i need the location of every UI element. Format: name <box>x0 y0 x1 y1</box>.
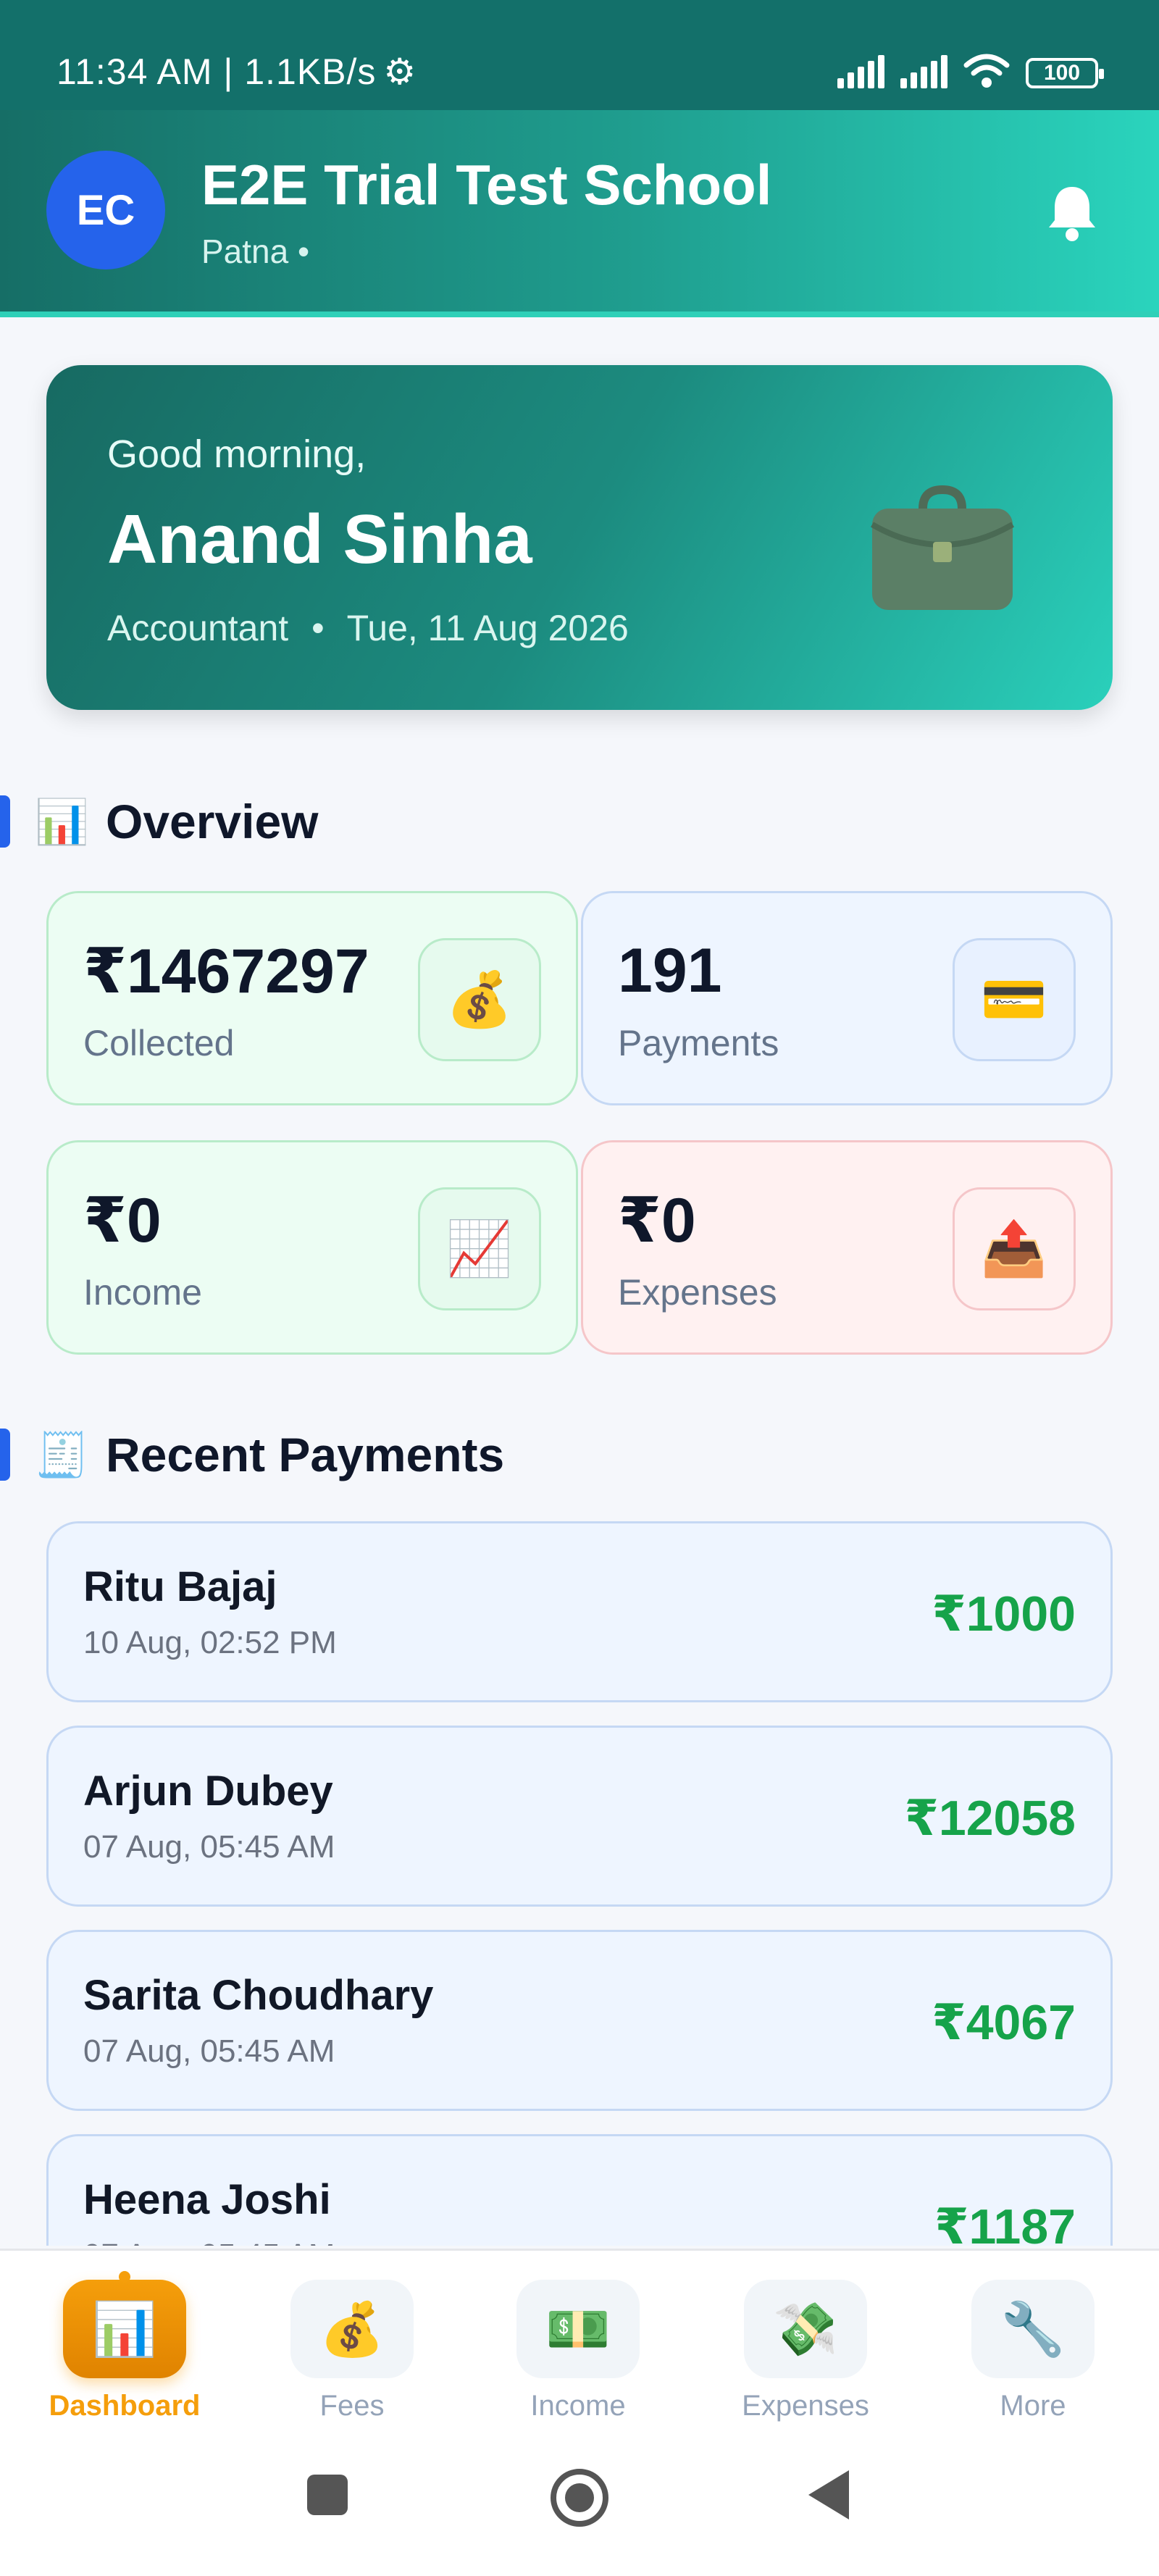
payment-time: 10 Aug, 02:52 PM <box>83 1625 337 1660</box>
banknote-icon: 💵 <box>516 2280 640 2378</box>
stat-card-income[interactable]: ₹0 Income 📈 <box>46 1140 578 1355</box>
payment-amount: ₹1187 <box>934 2199 1076 2246</box>
payment-time: 07 Aug, 05:45 AM <box>83 1829 335 1865</box>
app-header: EC E2E Trial Test School Patna • <box>0 110 1159 317</box>
bar-chart-icon: 📊 <box>35 797 89 846</box>
stat-card-expenses[interactable]: ₹0 Expenses 📤 <box>581 1140 1113 1355</box>
cell-signal-icon <box>837 55 884 88</box>
money-bag-icon: 💰 <box>418 938 541 1061</box>
nav-more[interactable]: 🔧 More <box>946 2280 1120 2422</box>
dashboard-icon: 📊 <box>63 2280 186 2378</box>
home-icon[interactable] <box>548 2466 611 2533</box>
receipt-icon: 🧾 <box>35 1430 89 1479</box>
meta-separator: • <box>311 608 325 648</box>
payer-name: Arjun Dubey <box>83 1768 333 1815</box>
outbox-tray-icon: 📤 <box>953 1187 1076 1310</box>
greeting-card: Good morning, Anand Sinha Accountant • T… <box>46 365 1113 710</box>
gear-icon: ⚙ <box>383 51 417 92</box>
battery-icon: 100 <box>1026 58 1104 88</box>
stat-card-collected[interactable]: ₹1467297 Collected 💰 <box>46 891 578 1105</box>
money-bag-icon: 💰 <box>290 2280 414 2378</box>
active-indicator <box>119 2271 130 2283</box>
payment-time: 07 Aug, 05:45 AM <box>83 2033 335 2069</box>
recent-apps-icon[interactable] <box>304 2472 351 2522</box>
nav-dashboard[interactable]: 📊 Dashboard <box>38 2271 212 2422</box>
back-icon[interactable] <box>806 2467 852 2526</box>
payer-name: Heena Joshi <box>83 2176 331 2223</box>
overview-heading: 📊 Overview <box>0 793 319 850</box>
stat-card-payments[interactable]: 191 Payments 💳 <box>581 891 1113 1105</box>
nav-fees[interactable]: 💰 Fees <box>265 2280 439 2422</box>
current-date: Tue, 11 Aug 2026 <box>346 608 629 648</box>
briefcase-icon <box>866 480 1018 617</box>
list-item[interactable]: Sarita Choudhary 07 Aug, 05:45 AM ₹4067 <box>46 1930 1113 2111</box>
section-marker <box>0 1429 10 1481</box>
status-time: 11:34 AM | 1.1KB/s ⚙ <box>57 51 417 92</box>
payer-name: Sarita Choudhary <box>83 1972 434 2019</box>
bell-icon[interactable] <box>1045 183 1100 242</box>
list-item[interactable]: Arjun Dubey 07 Aug, 05:45 AM ₹12058 <box>46 1726 1113 1907</box>
recent-payments-heading: 🧾 Recent Payments <box>0 1426 504 1484</box>
school-city: Patna • <box>201 233 310 270</box>
avatar[interactable]: EC <box>46 151 165 269</box>
bottom-navigation: 📊 Dashboard 💰 Fees 💵 Income 💸 Expenses 🔧… <box>0 2249 1159 2437</box>
greeting-meta: Accountant • Tue, 11 Aug 2026 <box>107 607 629 649</box>
list-item[interactable]: Ritu Bajaj 10 Aug, 02:52 PM ₹1000 <box>46 1521 1113 1702</box>
payment-amount: ₹1000 <box>932 1586 1076 1642</box>
money-with-wings-icon: 💸 <box>744 2280 867 2378</box>
credit-card-icon: 💳 <box>953 938 1076 1061</box>
greeting-salutation: Good morning, <box>107 432 367 476</box>
wrench-icon: 🔧 <box>971 2280 1095 2378</box>
nav-income[interactable]: 💵 Income <box>491 2280 665 2422</box>
trend-up-chart-icon: 📈 <box>418 1187 541 1310</box>
status-bar: 11:34 AM | 1.1KB/s ⚙ 100 <box>0 0 1159 110</box>
user-role: Accountant <box>107 608 289 648</box>
cell-signal-2-icon <box>900 55 947 88</box>
system-navigation-bar <box>0 2437 1159 2576</box>
list-item[interactable]: Heena Joshi 07 Aug, 05:45 AM ₹1187 <box>46 2134 1113 2246</box>
recent-payments-list[interactable]: Ritu Bajaj 10 Aug, 02:52 PM ₹1000 Arjun … <box>46 1521 1113 2246</box>
payer-name: Ritu Bajaj <box>83 1563 277 1610</box>
nav-expenses[interactable]: 💸 Expenses <box>719 2280 892 2422</box>
section-marker <box>0 795 10 848</box>
status-icons: 100 <box>837 52 1104 88</box>
school-name: E2E Trial Test School <box>201 153 772 217</box>
wifi-icon <box>963 52 1010 88</box>
payment-amount: ₹4067 <box>932 1995 1076 2050</box>
payment-time: 07 Aug, 05:45 AM <box>83 2238 335 2246</box>
payment-amount: ₹12058 <box>904 1791 1076 1846</box>
user-name: Anand Sinha <box>107 501 532 578</box>
